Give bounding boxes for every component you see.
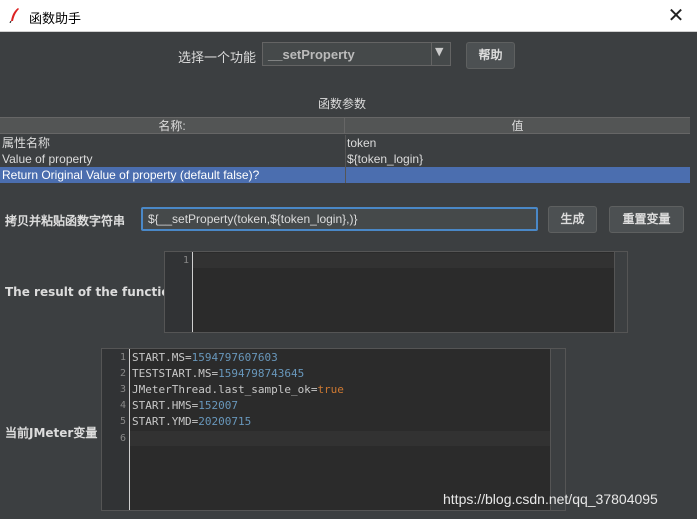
result-editor[interactable]: 1 — [164, 251, 628, 333]
table-row-selected[interactable]: Return Original Value of property (defau… — [0, 167, 690, 183]
copy-string-label: 拷贝并粘贴函数字符串 — [5, 214, 126, 228]
vertical-scrollbar[interactable] — [614, 252, 627, 332]
function-string-value: ${__setProperty(token,${token_login},)} — [148, 212, 358, 226]
column-header-name[interactable]: 名称: — [0, 118, 345, 134]
line-number: 5 — [119, 416, 126, 427]
var-key: START.MS — [132, 351, 185, 364]
reset-variables-button[interactable]: 重置变量 — [609, 206, 684, 233]
table-row[interactable]: 属性名称 token — [0, 135, 690, 151]
jmeter-vars-label: 当前JMeter变量 — [5, 426, 98, 440]
var-value: 1594797607603 — [191, 351, 278, 364]
var-key: JMeterThread.last_sample_ok — [132, 383, 311, 396]
function-select-value: __setProperty — [268, 47, 355, 62]
help-button[interactable]: 帮助 — [466, 42, 515, 69]
line-number: 1 — [119, 352, 126, 363]
var-key: START.YMD — [132, 415, 192, 428]
jmeter-feather-icon — [9, 8, 19, 23]
code-line: JMeterThread.last_sample_ok=true — [132, 383, 344, 396]
window-title: 函数助手 — [29, 12, 82, 27]
var-key: START.HMS — [132, 399, 192, 412]
jmeter-vars-editor[interactable]: 1 START.MS=1594797607603 2 TESTSTART.MS=… — [101, 348, 566, 511]
params-section-title: 函数参数 — [318, 97, 367, 111]
cell-divider — [345, 135, 346, 151]
line-number: 4 — [119, 400, 126, 411]
title-bar: 函数助手 ✕ — [0, 0, 697, 32]
table-row[interactable]: Value of property ${token_login} — [0, 151, 690, 167]
var-value: 152007 — [198, 399, 238, 412]
combo-divider — [431, 43, 432, 65]
function-select[interactable]: __setProperty ▼ — [262, 42, 451, 66]
line-number: 1 — [182, 255, 189, 266]
var-value: 20200715 — [198, 415, 252, 428]
var-value: true — [317, 383, 344, 396]
param-value[interactable]: token — [347, 135, 376, 151]
close-icon[interactable]: ✕ — [664, 3, 688, 27]
params-table-header: 名称: 值 — [0, 117, 690, 134]
cell-divider — [345, 167, 346, 183]
line-number: 2 — [119, 368, 126, 379]
column-header-value[interactable]: 值 — [345, 118, 690, 134]
function-select-label: 选择一个功能 — [178, 51, 257, 66]
line-number: 3 — [119, 384, 126, 395]
param-name: Return Original Value of property (defau… — [2, 168, 260, 182]
code-line: TESTSTART.MS=1594798743645 — [132, 367, 305, 380]
chevron-down-icon[interactable]: ▼ — [435, 45, 443, 58]
var-key: TESTSTART.MS — [132, 367, 212, 380]
code-line: START.YMD=20200715 — [132, 415, 252, 428]
param-value[interactable]: ${token_login} — [347, 151, 423, 167]
code-line: START.HMS=152007 — [132, 399, 238, 412]
vertical-scrollbar[interactable] — [550, 349, 565, 510]
generate-button[interactable]: 生成 — [548, 206, 597, 233]
current-line-highlight — [130, 431, 550, 446]
var-value: 1594798743645 — [218, 367, 305, 380]
param-name: Value of property — [2, 152, 93, 166]
params-table: 名称: 值 属性名称 token Value of property ${tok… — [0, 117, 690, 185]
param-name: 属性名称 — [2, 136, 51, 150]
line-number: 6 — [119, 433, 126, 444]
watermark: https://blog.csdn.net/qq_37804095 — [443, 491, 658, 507]
function-string-input[interactable]: ${__setProperty(token,${token_login},)} — [141, 207, 538, 231]
cell-divider — [345, 151, 346, 167]
current-line-highlight — [193, 253, 614, 268]
code-line: START.MS=1594797607603 — [132, 351, 278, 364]
